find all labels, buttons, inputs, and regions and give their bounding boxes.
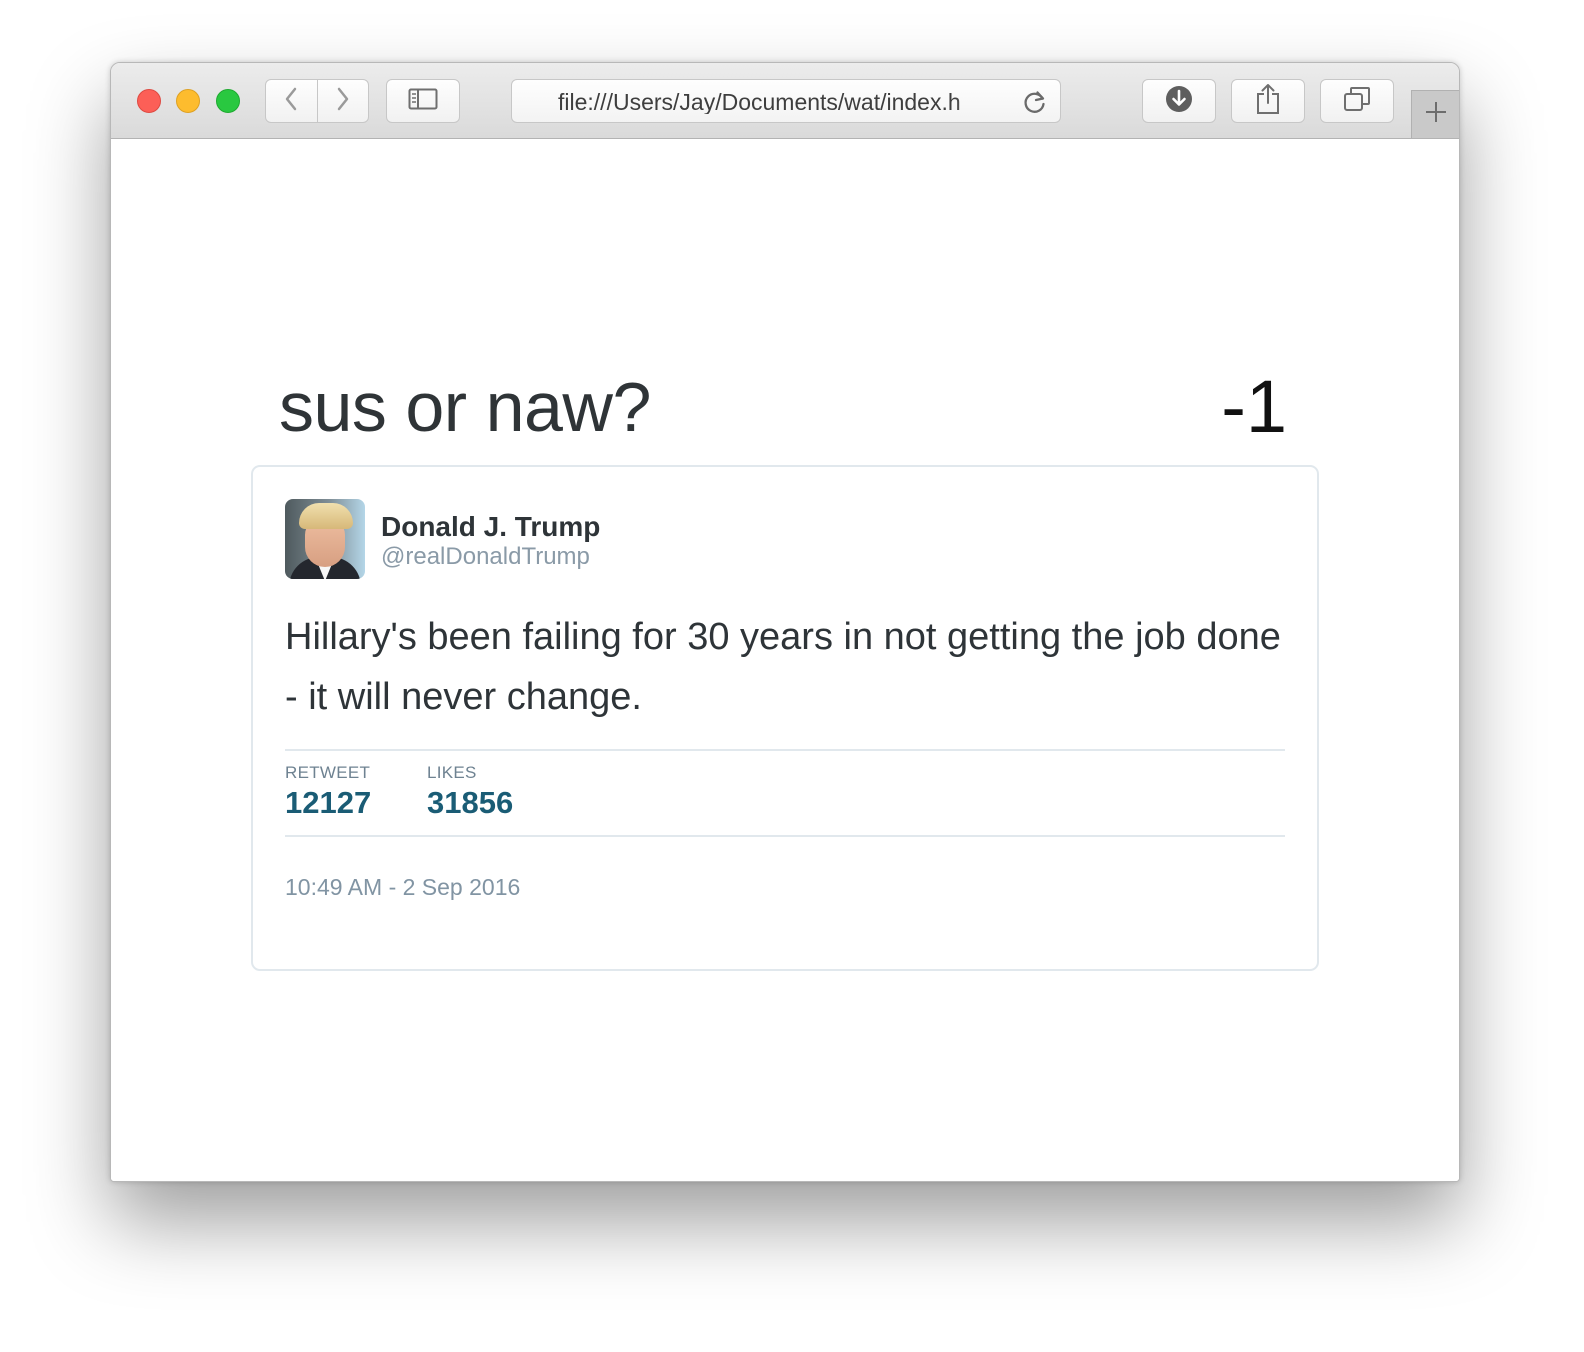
tweet-card: Donald J. Trump @realDonaldTrump Hillary…: [251, 465, 1319, 971]
close-window-button[interactable]: [137, 89, 161, 113]
divider: [285, 835, 1285, 837]
page-heading: sus or naw?: [279, 368, 651, 446]
score-value: -1: [1221, 365, 1287, 448]
tabs-icon: [1343, 86, 1371, 117]
divider: [285, 749, 1285, 751]
likes-count: 31856: [427, 785, 514, 820]
minimize-window-button[interactable]: [176, 89, 200, 113]
plus-icon: [1424, 100, 1448, 129]
avatar: [285, 499, 365, 579]
tweet-timestamp: 10:49 AM - 2 Sep 2016: [285, 874, 521, 900]
share-icon: [1255, 83, 1281, 120]
author-handle: @realDonaldTrump: [381, 543, 590, 570]
downloads-button[interactable]: [1142, 79, 1216, 123]
likes-label: LIKES: [427, 763, 477, 782]
address-bar[interactable]: file:///Users/Jay/Documents/wat/index.h: [511, 79, 1061, 123]
sidebar-button[interactable]: [386, 79, 460, 123]
reload-icon[interactable]: [1022, 89, 1048, 120]
browser-toolbar: file:///Users/Jay/Documents/wat/index.h: [111, 63, 1459, 139]
url-text[interactable]: file:///Users/Jay/Documents/wat/index.h: [558, 90, 1008, 114]
new-tab-button[interactable]: [1411, 90, 1459, 138]
retweet-count: 12127: [285, 785, 372, 820]
show-tabs-button[interactable]: [1320, 79, 1394, 123]
back-button[interactable]: [266, 80, 317, 122]
tweet-text: Hillary's been failing for 30 years in n…: [285, 616, 1281, 718]
sidebar-icon: [408, 88, 438, 115]
retweet-label: RETWEET: [285, 763, 371, 782]
retweet-stat: RETWEET 12127: [285, 763, 371, 823]
navigation-buttons: [265, 79, 369, 123]
page-content: sus or naw? -1 Donald J. Trump @realDona…: [111, 139, 1459, 1181]
chevron-left-icon: [282, 85, 300, 118]
forward-button[interactable]: [316, 80, 369, 122]
download-icon: [1165, 85, 1193, 118]
chevron-right-icon: [334, 85, 352, 118]
author-name: Donald J. Trump: [381, 511, 601, 542]
browser-window: file:///Users/Jay/Documents/wat/index.h: [110, 62, 1460, 1182]
share-button[interactable]: [1231, 79, 1305, 123]
likes-stat: LIKES 31856: [427, 763, 513, 823]
maximize-window-button[interactable]: [216, 89, 240, 113]
